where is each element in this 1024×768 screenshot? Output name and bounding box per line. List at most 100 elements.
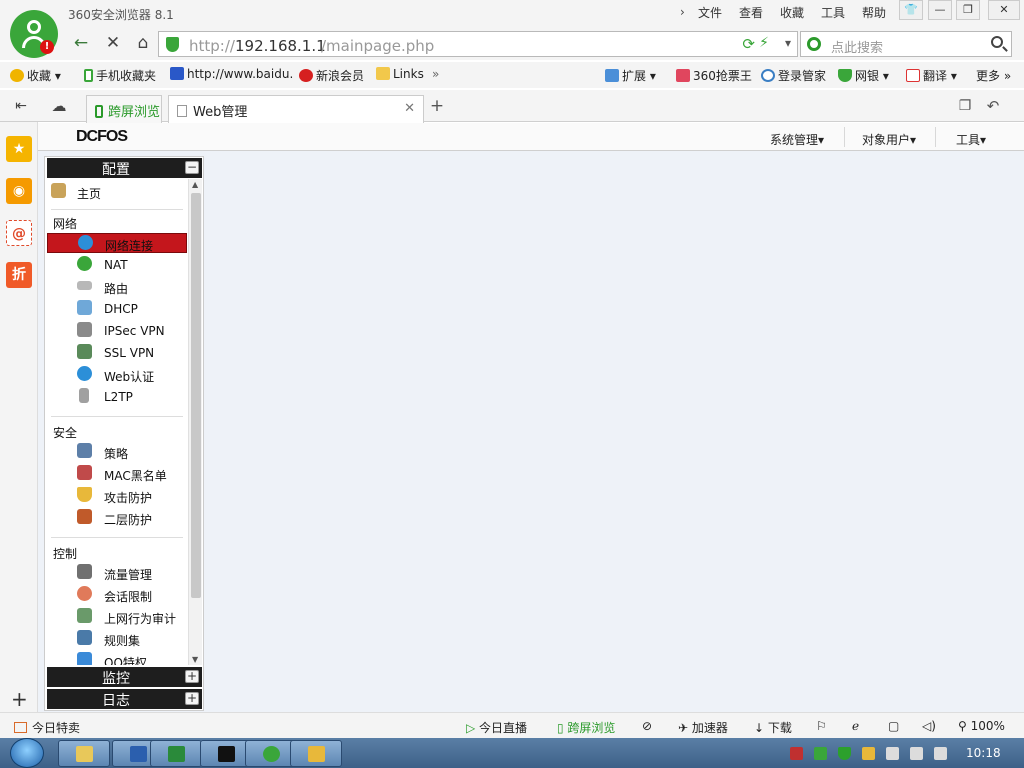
tray-shield-icon[interactable]: [838, 747, 851, 760]
sidebar-toggle-icon[interactable]: ⇤: [8, 93, 34, 119]
bookmark-login[interactable]: 登录管家: [761, 67, 826, 84]
nav-item-ssl-vpn[interactable]: SSL VPN: [47, 343, 187, 363]
menu-object-users[interactable]: 对象用户▾: [862, 131, 916, 148]
menu-favorites[interactable]: 收藏: [780, 4, 804, 21]
panel-log-header[interactable]: 日志 +: [47, 689, 202, 709]
clock[interactable]: 10:18: [966, 746, 1001, 760]
nav-item-ipsec-vpn[interactable]: IPSec VPN: [47, 321, 187, 341]
reload-icon[interactable]: ⟳: [742, 35, 755, 53]
bookmark-favorites[interactable]: 收藏 ▾: [10, 67, 61, 84]
mail-icon[interactable]: @: [6, 220, 32, 246]
nav-item-network-connection[interactable]: 网络连接: [47, 233, 187, 253]
nav-item-behavior-audit[interactable]: 上网行为审计: [47, 607, 187, 627]
start-button[interactable]: [10, 738, 44, 768]
bookmark-more[interactable]: 更多 »: [976, 67, 1011, 84]
scroll-thumb[interactable]: [191, 193, 201, 598]
maximize-button[interactable]: ❐: [956, 0, 980, 20]
skin-icon[interactable]: 👕: [899, 0, 923, 20]
nav-item-session-limit[interactable]: 会话限制: [47, 585, 187, 605]
bookmark-translate[interactable]: 翻译 ▾: [906, 67, 957, 84]
minimize-button[interactable]: —: [928, 0, 952, 20]
menu-help[interactable]: 帮助: [862, 4, 886, 21]
bookmark-mobile[interactable]: 手机收藏夹: [84, 67, 156, 84]
browser-logo-icon[interactable]: !: [10, 10, 58, 58]
nav-scrollbar[interactable]: ▲ ▼: [188, 179, 202, 665]
nav-item-rule-set[interactable]: 规则集: [47, 629, 187, 649]
bolt-icon[interactable]: ⚡: [759, 35, 769, 51]
menu-file[interactable]: 文件: [698, 4, 722, 21]
panel-monitor-header[interactable]: 监控 +: [47, 667, 202, 687]
bookmark-extensions[interactable]: 扩展 ▾: [605, 67, 656, 84]
tray-network-status-icon[interactable]: [910, 747, 923, 760]
chevron-down-icon[interactable]: ▾: [785, 36, 791, 50]
flag-icon[interactable]: ⚐: [816, 719, 827, 733]
scroll-up-icon[interactable]: ▲: [192, 180, 198, 189]
back-icon[interactable]: ←: [68, 30, 94, 56]
close-icon[interactable]: ✕: [404, 101, 415, 116]
nav-item-dhcp[interactable]: DHCP: [47, 299, 187, 319]
bookmark-links[interactable]: Links: [376, 67, 424, 81]
new-tab-button[interactable]: +: [424, 93, 450, 119]
nav-item-policy[interactable]: 策略: [47, 442, 187, 462]
collapse-icon[interactable]: −: [185, 161, 199, 174]
stop-icon[interactable]: ✕: [100, 30, 126, 56]
bookmark-sina[interactable]: 新浪会员: [299, 67, 364, 84]
weibo-icon[interactable]: ◉: [6, 178, 32, 204]
discount-icon[interactable]: 折: [6, 262, 32, 288]
menu-chevron-icon[interactable]: ›: [680, 5, 685, 19]
status-download[interactable]: ↓ 下载: [754, 719, 792, 736]
expand-icon[interactable]: +: [185, 692, 199, 705]
search-engine-icon[interactable]: [807, 37, 821, 51]
expand-icon[interactable]: +: [185, 670, 199, 683]
bookmarks-more-icon[interactable]: »: [432, 67, 439, 81]
cloud-icon[interactable]: ☁: [46, 93, 72, 119]
menu-view[interactable]: 查看: [739, 4, 763, 21]
scroll-down-icon[interactable]: ▼: [192, 655, 198, 664]
nav-item-routing[interactable]: 路由: [47, 277, 187, 297]
tray-security-icon[interactable]: [790, 747, 803, 760]
window-icon[interactable]: ▢: [888, 719, 899, 733]
panel-config-header[interactable]: 配置 −: [47, 158, 202, 178]
nav-item-l2tp[interactable]: L2TP: [47, 387, 187, 407]
status-cross-screen[interactable]: ▯ 跨屏浏览: [557, 719, 615, 736]
star-icon[interactable]: ★: [6, 136, 32, 162]
menu-tools[interactable]: 工具: [821, 4, 845, 21]
tray-app-icon[interactable]: [862, 747, 875, 760]
tab-cross-screen[interactable]: 跨屏浏览: [86, 95, 162, 123]
nav-item-web-auth[interactable]: Web认证: [47, 365, 187, 385]
nav-item-mac-blacklist[interactable]: MAC黑名单: [47, 464, 187, 484]
tab-web-admin[interactable]: Web管理 ✕: [168, 95, 424, 123]
nav-item-l2-defense[interactable]: 二层防护: [47, 508, 187, 528]
menu-system-management[interactable]: 系统管理▾: [770, 131, 824, 148]
restore-tabs-icon[interactable]: ❐: [952, 93, 978, 119]
status-live[interactable]: ▷ 今日直播: [466, 719, 527, 736]
volume-icon[interactable]: ◁): [922, 719, 936, 733]
nav-item-traffic[interactable]: 流量管理: [47, 563, 187, 583]
add-sidebar-button[interactable]: +: [11, 687, 28, 711]
zoom-control[interactable]: ⚲ 100%: [958, 719, 1005, 733]
daily-deals[interactable]: 今日特卖: [14, 719, 80, 736]
status-accelerator[interactable]: ✈ 加速器: [678, 719, 728, 736]
nav-item-qq[interactable]: QQ特权: [47, 651, 187, 665]
ie-mode-icon[interactable]: ℯ: [852, 719, 859, 733]
nav-item-attack-defense[interactable]: 攻击防护: [47, 486, 187, 506]
tray-clipboard-icon[interactable]: [886, 747, 899, 760]
taskbar-excel[interactable]: [150, 740, 202, 767]
nav-item-nat[interactable]: NAT: [47, 255, 187, 275]
undo-icon[interactable]: ↶: [980, 93, 1006, 119]
taskbar-explorer[interactable]: [58, 740, 110, 767]
bookmark-baidu[interactable]: http://www.baidu.: [170, 67, 293, 81]
menu-page-tools[interactable]: 工具▾: [956, 131, 986, 148]
taskbar-app[interactable]: [290, 740, 342, 767]
close-button[interactable]: ✕: [988, 0, 1020, 20]
search-icon[interactable]: [991, 36, 1003, 48]
bookmark-tickets[interactable]: 360抢票王: [676, 67, 752, 84]
bookmark-bank[interactable]: 网银 ▾: [838, 67, 889, 84]
nav-item-home[interactable]: 主页: [47, 182, 187, 202]
home-icon[interactable]: ⌂: [130, 30, 156, 56]
url-field[interactable]: http:// 192.168.1.1 /mainpage.php ⟳ ⚡ ▾: [158, 31, 798, 57]
tray-network-icon[interactable]: [814, 747, 827, 760]
search-input[interactable]: 点此搜索: [800, 31, 1012, 57]
speed-icon[interactable]: ⊘: [642, 719, 652, 733]
tray-volume-icon[interactable]: [934, 747, 947, 760]
